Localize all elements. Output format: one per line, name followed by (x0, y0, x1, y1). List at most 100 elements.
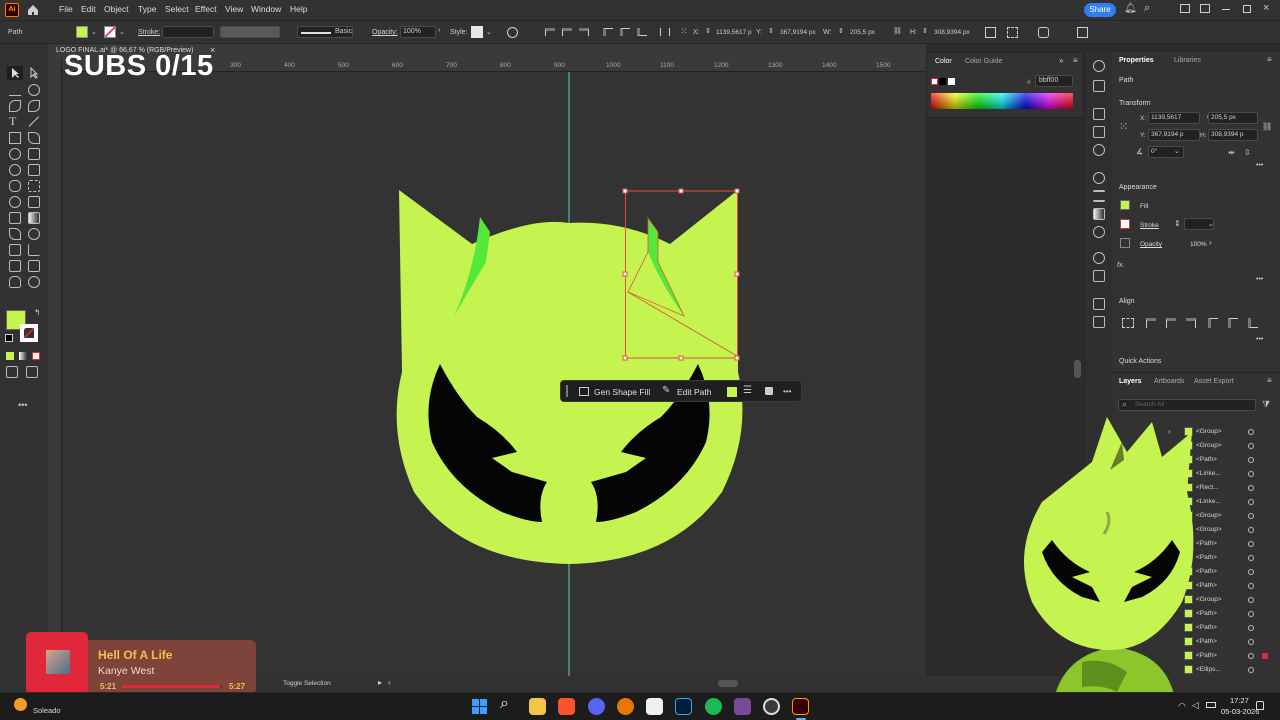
chevron-left-icon[interactable]: ‹ (388, 678, 391, 687)
layers-tab[interactable]: Layers (1119, 378, 1142, 385)
target-icon[interactable] (1248, 569, 1254, 575)
align-vcenter-icon[interactable] (1228, 318, 1238, 328)
more-options-icon[interactable]: ••• (1256, 276, 1263, 283)
obs-icon[interactable] (763, 698, 780, 715)
illustrator-icon[interactable] (792, 698, 809, 715)
opacity-value[interactable]: 100% (1190, 241, 1207, 248)
shape-builder-tool-icon[interactable] (9, 196, 21, 208)
workspace-icon[interactable] (1180, 4, 1190, 13)
chevron-right-icon[interactable]: › (438, 27, 440, 34)
artboards-panel-icon[interactable] (1093, 316, 1105, 328)
color-guide-tab[interactable]: Color Guide (965, 58, 1002, 65)
properties-panel-icon[interactable] (1093, 60, 1105, 72)
gen-shape-fill-button[interactable]: Gen Shape Fill (594, 387, 650, 397)
spinner-icon[interactable]: ⇕ (705, 27, 711, 35)
graph-tool-icon[interactable] (28, 244, 40, 256)
target-icon[interactable] (1248, 457, 1254, 463)
link-icon[interactable]: ⛓ (893, 27, 902, 35)
appearance-panel-icon[interactable] (1093, 252, 1105, 264)
discord-icon[interactable] (588, 698, 605, 715)
toggle-selection-label[interactable]: Toggle Selection (283, 680, 331, 687)
target-icon[interactable] (1248, 541, 1254, 547)
shape-builder-icon[interactable] (1038, 27, 1049, 38)
align-hcenter-icon[interactable] (562, 28, 572, 36)
reference-point-icon[interactable]: ⁙ (1119, 120, 1128, 133)
more-tools-icon[interactable]: ••• (18, 400, 27, 410)
align-top-icon[interactable] (603, 28, 613, 36)
reference-point-icon[interactable]: ⁙ (680, 26, 688, 37)
asset-export-tab[interactable]: Asset Export (1194, 378, 1234, 385)
symbol-sprayer-tool-icon[interactable] (9, 244, 21, 256)
h-value[interactable]: 308,9394 px (934, 29, 970, 36)
x-value[interactable]: 1139,5617 p (716, 29, 752, 36)
swatches-panel-icon[interactable] (1093, 126, 1105, 138)
blender-icon[interactable] (617, 698, 634, 715)
hand-tool-icon[interactable] (9, 276, 21, 288)
target-icon[interactable] (1248, 471, 1254, 477)
align-top-icon[interactable] (1208, 318, 1218, 328)
eyedropper-tool-icon[interactable] (9, 228, 21, 240)
default-colors-icon[interactable] (5, 334, 13, 342)
screen-mode-icon[interactable] (26, 366, 38, 378)
direct-selection-tool-icon[interactable] (28, 66, 40, 79)
none-mode-icon[interactable] (32, 352, 40, 360)
menu-help[interactable]: Help (290, 4, 307, 14)
align-to-icon[interactable] (1122, 318, 1134, 328)
search-icon[interactable]: ⌕ (1144, 2, 1150, 15)
gradient-mode-icon[interactable] (19, 352, 27, 360)
paintbrush-tool-icon[interactable] (28, 132, 40, 144)
align-right-icon[interactable] (579, 28, 589, 36)
rotate-tool-icon[interactable] (9, 164, 21, 176)
color-spectrum[interactable] (931, 93, 1073, 109)
type-tool-icon[interactable]: T (9, 114, 16, 129)
blend-tool-icon[interactable] (28, 228, 40, 240)
app-icon[interactable] (734, 698, 751, 715)
home-icon[interactable] (27, 4, 39, 16)
constrain-proportions-icon[interactable]: ⛓ (1262, 122, 1272, 131)
target-icon[interactable] (1248, 429, 1254, 435)
chevron-down-icon[interactable]: ⌄ (486, 28, 492, 36)
more-options-icon[interactable]: ••• (1256, 336, 1263, 343)
cat-logo-artwork[interactable] (62, 72, 926, 680)
target-icon[interactable] (1248, 513, 1254, 519)
more-options-icon[interactable]: ••• (783, 387, 791, 396)
opacity-field[interactable]: 100% (400, 26, 436, 38)
y-value[interactable]: 367,9194 px (780, 29, 816, 36)
menu-select[interactable]: Select (165, 4, 189, 14)
symbols-panel-icon[interactable] (1093, 172, 1105, 184)
menu-effect[interactable]: Effect (195, 4, 217, 14)
magic-wand-tool-icon[interactable] (9, 84, 21, 96)
stroke-swatch[interactable] (104, 26, 116, 38)
target-icon[interactable] (1248, 653, 1254, 659)
panel-menu-icon[interactable] (1077, 27, 1088, 38)
curvature-tool-icon[interactable] (28, 100, 40, 112)
target-icon[interactable] (1248, 583, 1254, 589)
drag-handle[interactable] (566, 385, 568, 397)
black-swatch[interactable] (939, 78, 946, 85)
target-icon[interactable] (1248, 485, 1254, 491)
target-icon[interactable] (1248, 625, 1254, 631)
spinner-icon[interactable]: ⇕ (922, 27, 928, 35)
artboards-tab[interactable]: Artboards (1154, 378, 1184, 385)
target-icon[interactable] (1248, 639, 1254, 645)
panel-menu-icon[interactable]: ≡ (1267, 55, 1272, 64)
menu-edit[interactable]: Edit (81, 4, 96, 14)
free-transform-tool-icon[interactable] (28, 180, 40, 192)
align-right-icon[interactable] (1186, 318, 1196, 328)
share-button[interactable]: Share (1084, 3, 1116, 17)
align-menu-icon[interactable]: ☰ (743, 385, 752, 396)
opacity-label[interactable]: Opacity (1140, 241, 1162, 248)
flip-vertical-icon[interactable]: ⇳ (1244, 148, 1251, 157)
align-left-icon[interactable] (1146, 318, 1156, 328)
stroke-appearance-swatch[interactable] (1120, 219, 1130, 229)
color-tab[interactable]: Color (935, 58, 952, 65)
target-icon[interactable] (1248, 597, 1254, 603)
volume-icon[interactable]: ◁ (1192, 700, 1199, 711)
lock-icon[interactable] (765, 387, 773, 395)
photoshop-icon[interactable] (675, 698, 692, 715)
align-bottom-icon[interactable] (1248, 318, 1258, 328)
brush-definition-field[interactable]: Basic (297, 26, 353, 38)
spinner-icon[interactable]: ⇕ (1174, 219, 1181, 228)
target-icon[interactable] (1248, 555, 1254, 561)
spinner-icon[interactable]: ⇕ (768, 27, 774, 35)
